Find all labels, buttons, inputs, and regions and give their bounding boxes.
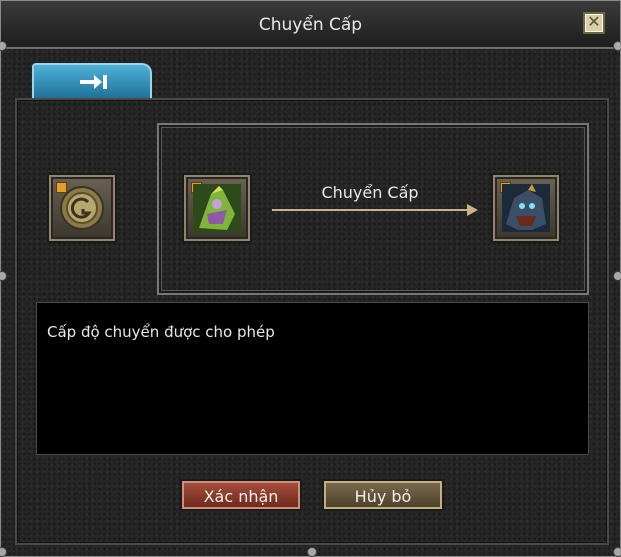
confirm-button[interactable]: Xác nhận [180, 479, 302, 511]
frame-rivet-icon [613, 547, 621, 557]
description-box: Cấp độ chuyển được cho phép [36, 302, 589, 455]
title-bar[interactable]: Chuyển Cấp ✕ [1, 1, 620, 49]
frame-rivet-icon [0, 547, 7, 557]
cancel-button[interactable]: Hủy bỏ [322, 479, 444, 511]
green-warrior-icon [193, 184, 241, 232]
frame-rivet-icon [307, 547, 317, 557]
arrow-head-icon [467, 204, 478, 216]
close-icon: ✕ [587, 12, 601, 31]
transfer-level-window: Chuyển Cấp ✕ Chuyển Cấp Cấp độ chuyển đư… [0, 0, 621, 557]
result-slot[interactable] [491, 173, 561, 243]
source-slot[interactable] [182, 173, 252, 243]
transfer-arrow-icon [272, 209, 468, 211]
rune-coin-icon [60, 186, 104, 230]
tab-transfer[interactable] [32, 63, 152, 99]
close-button[interactable]: ✕ [583, 12, 605, 34]
window-title: Chuyển Cấp [258, 15, 363, 35]
arrow-to-bar-icon [80, 75, 107, 89]
description-text: Cấp độ chuyển được cho phép [47, 323, 275, 341]
frame-rivet-icon [613, 271, 621, 281]
dark-monster-icon [502, 184, 550, 232]
frame-rivet-icon [613, 41, 621, 51]
material-slot[interactable] [47, 173, 117, 243]
transfer-label: Chuyển Cấp [321, 183, 419, 202]
frame-rivet-icon [0, 41, 7, 51]
frame-rivet-icon [0, 271, 7, 281]
